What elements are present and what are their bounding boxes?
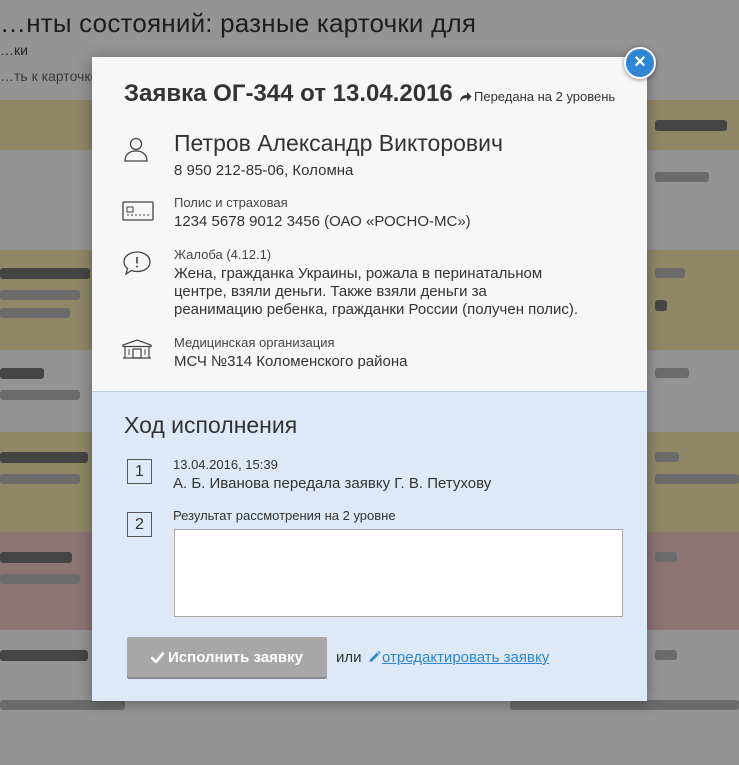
or-separator: или: [336, 649, 362, 666]
building-icon: [122, 339, 152, 359]
applicant-name: Петров Александр Викторович: [174, 130, 503, 156]
progress-title: Ход исполнения: [124, 412, 298, 438]
step-number: 1: [127, 459, 152, 484]
status-label: Передана на 2 уровень: [474, 89, 616, 104]
share-arrow-icon: [460, 92, 472, 102]
request-modal: Заявка ОГ-344 от 13.04.2016 Передана на …: [92, 57, 647, 701]
result-textarea[interactable]: [174, 529, 623, 617]
step-description: А. Б. Иванова передала заявку Г. В. Пету…: [173, 475, 492, 492]
complaint-line: центре, взяли деньги. Также взяли деньги…: [174, 283, 487, 300]
request-status: Передана на 2 уровень: [459, 89, 615, 104]
check-icon: [150, 651, 165, 663]
complaint-line: реанимацию ребенка, гражданки России (по…: [174, 301, 579, 318]
complaint-label: Жалоба (4.12.1): [174, 247, 272, 262]
close-icon: ×: [634, 51, 646, 73]
edit-request-link[interactable]: отредактировать заявку: [368, 649, 549, 666]
result-label: Результат рассмотрения на 2 уровне: [173, 508, 396, 523]
request-title: Заявка ОГ-344 от 13.04.2016: [124, 80, 453, 107]
policy-label: Полис и страховая: [174, 195, 288, 210]
speech-bubble-icon: [123, 251, 151, 276]
execute-request-label: Исполнить заявку: [168, 648, 303, 666]
pencil-icon: [369, 650, 381, 662]
execute-request-button[interactable]: Исполнить заявку: [127, 637, 327, 677]
organization-label: Медицинская организация: [174, 335, 335, 350]
policy-value: 1234 5678 9012 3456 (ОАО «РОСНО-МС»): [174, 213, 471, 230]
card-icon: [122, 201, 154, 221]
step-date: 13.04.2016, 15:39: [173, 457, 278, 472]
complaint-text: Жена, гражданка Украины, рожала в перина…: [174, 265, 614, 319]
applicant-contact: 8 950 212-85-06, Коломна: [174, 162, 354, 179]
complaint-line: Жена, гражданка Украины, рожала в перина…: [174, 265, 543, 282]
close-button[interactable]: ×: [624, 47, 656, 79]
person-icon: [124, 137, 148, 162]
step-number: 2: [127, 512, 152, 537]
organization-value: МСЧ №314 Коломенского района: [174, 353, 408, 370]
edit-request-label: отредактировать заявку: [382, 649, 550, 666]
